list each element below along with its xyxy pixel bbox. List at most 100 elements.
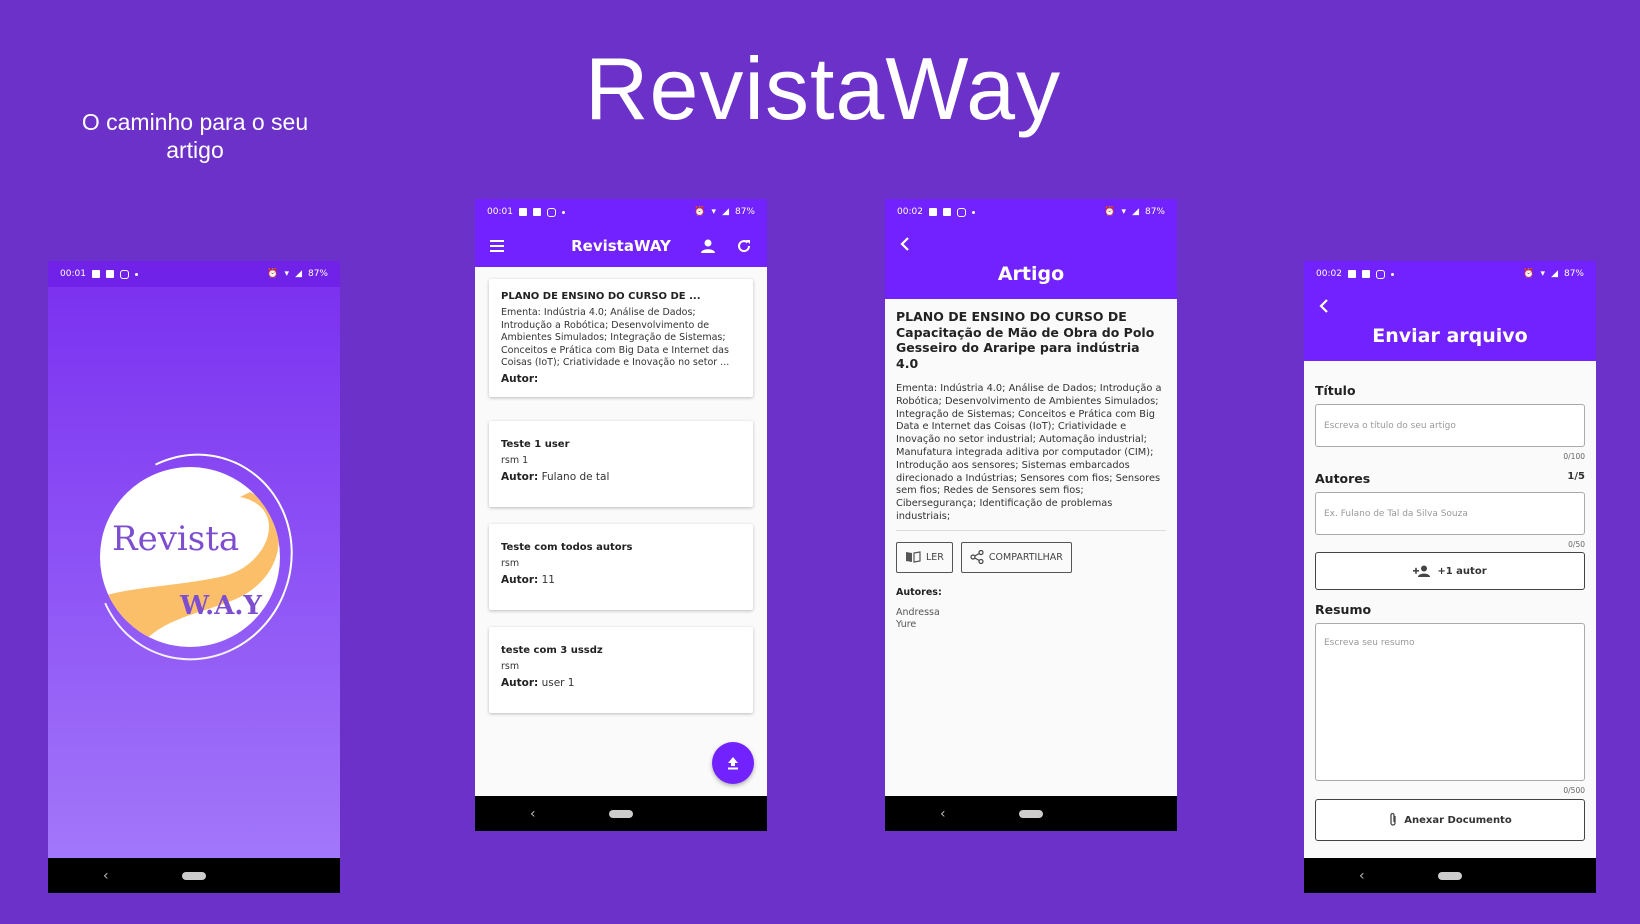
nav-home-pill[interactable] xyxy=(609,809,633,818)
article-card[interactable]: Teste 1 user rsm 1 Autor: Fulano de tal xyxy=(489,421,753,507)
wifi-icon: ▾ xyxy=(711,207,717,217)
card-author: 11 xyxy=(541,573,555,586)
card-title: Teste com todos autors xyxy=(501,542,633,553)
system-nav-bar: ‹ xyxy=(1304,858,1596,893)
nav-home-pill[interactable] xyxy=(1019,809,1043,818)
authors-field-label: Autores xyxy=(1315,471,1371,486)
card-author-label: Autor: xyxy=(501,372,539,385)
back-arrow-icon[interactable] xyxy=(1318,299,1330,313)
back-arrow-icon[interactable] xyxy=(899,237,911,251)
status-time: 00:01 xyxy=(60,269,86,279)
upload-fab-button[interactable] xyxy=(712,742,754,784)
authors-label: Autores: xyxy=(896,586,942,598)
card-description: rsm xyxy=(501,558,520,569)
hero-tagline: O caminho para o seu artigo xyxy=(81,109,309,163)
logo-arc xyxy=(66,425,322,689)
upload-screen: 00:02 ⏰ ▾ ◢ 87% Enviar arquivo Título Escre… xyxy=(1304,261,1596,893)
refresh-icon[interactable] xyxy=(733,235,755,257)
app-logo: Revista W.A.Y xyxy=(66,425,322,689)
author-input[interactable]: Ex. Fulano de Tal da Silva Souza xyxy=(1315,492,1585,535)
title-counter: 0/100 xyxy=(1563,452,1585,461)
dot-icon xyxy=(134,272,138,276)
app-bar: 00:01 ⏰ ▾ ◢ 87% RevistaWAY xyxy=(475,199,767,267)
card-author-label: Autor: xyxy=(501,676,539,689)
article-card[interactable]: PLANO DE ENSINO DO CURSO DE ... Ementa: … xyxy=(489,279,753,397)
article-card[interactable]: teste com 3 ussdz rsm Autor: user 1 xyxy=(489,627,753,713)
list-screen: 00:01 ⏰ ▾ ◢ 87% RevistaWAY PLANO DE ENSINO … xyxy=(475,199,767,831)
nav-home-pill[interactable] xyxy=(1438,871,1462,880)
card-author-label: Autor: xyxy=(501,470,539,483)
system-nav-bar: ‹ xyxy=(48,858,340,893)
title-input[interactable]: Escreva o título do seu artigo xyxy=(1315,404,1585,447)
app-bar: 00:02 ⏰ ▾ ◢ 87% Enviar arquivo xyxy=(1304,261,1596,361)
attach-document-label: Anexar Documento xyxy=(1404,814,1512,826)
wifi-icon: ▾ xyxy=(1540,269,1546,279)
nav-back-icon[interactable]: ‹ xyxy=(530,806,536,822)
facebook-icon xyxy=(532,208,541,216)
facebook-icon xyxy=(518,208,527,216)
card-author: Fulano de tal xyxy=(541,470,610,483)
author-counter: 0/50 xyxy=(1568,540,1585,549)
nav-back-icon[interactable]: ‹ xyxy=(1359,868,1365,884)
status-bar: 00:02 ⏰ ▾ ◢ 87% xyxy=(885,199,1177,225)
app-title: RevistaWAY xyxy=(571,237,671,255)
screen-title: Artigo xyxy=(997,263,1065,285)
read-button-label: LER xyxy=(926,551,944,563)
add-author-button[interactable]: +1 autor xyxy=(1315,552,1585,590)
summary-field-label: Resumo xyxy=(1315,602,1372,617)
article-screen: 00:02 ⏰ ▾ ◢ 87% Artigo PLANO DE ENSINO DO C… xyxy=(885,199,1177,831)
menu-icon[interactable] xyxy=(487,235,509,257)
add-author-label: +1 autor xyxy=(1437,565,1487,577)
splash-screen: 00:01 ⏰ ▾ ◢ 87% Revista W.A.Y ‹ xyxy=(48,261,340,893)
status-time: 00:02 xyxy=(897,207,923,217)
alarm-icon: ⏰ xyxy=(694,207,706,217)
card-title: Teste 1 user xyxy=(501,439,570,450)
share-button[interactable]: COMPARTILHAR xyxy=(960,541,1072,573)
alarm-icon: ⏰ xyxy=(1523,269,1535,279)
attach-document-button[interactable]: Anexar Documento xyxy=(1315,799,1585,841)
nav-back-icon[interactable]: ‹ xyxy=(940,806,946,822)
instagram-icon xyxy=(1375,269,1385,279)
facebook-icon xyxy=(1361,270,1370,278)
card-description: Ementa: Indústria 4.0; Análise de Dados;… xyxy=(501,307,730,369)
dot-icon xyxy=(561,210,565,214)
paperclip-icon xyxy=(1390,812,1396,826)
dot-icon xyxy=(1390,272,1394,276)
system-nav-bar: ‹ xyxy=(885,796,1177,831)
status-bar: 00:01 ⏰ ▾ ◢ 87% xyxy=(48,261,340,287)
title-field-label: Título xyxy=(1315,383,1356,398)
facebook-icon xyxy=(928,208,937,216)
status-bar: 00:02 ⏰ ▾ ◢ 87% xyxy=(1304,261,1596,287)
nav-back-icon[interactable]: ‹ xyxy=(103,868,109,884)
battery-level: 87% xyxy=(734,207,755,217)
facebook-icon xyxy=(91,270,100,278)
nav-home-pill[interactable] xyxy=(182,871,206,880)
article-card[interactable]: Teste com todos autors rsm Autor: 11 xyxy=(489,524,753,610)
card-author-label: Autor: xyxy=(501,573,539,586)
instagram-icon xyxy=(119,269,129,279)
book-icon xyxy=(906,551,921,563)
wifi-icon: ▾ xyxy=(1121,207,1127,217)
authors-count: 1/5 xyxy=(1567,471,1585,482)
card-description: rsm 1 xyxy=(501,455,529,466)
battery-level: 87% xyxy=(1144,207,1165,217)
author-name: Andressa xyxy=(896,606,940,618)
battery-level: 87% xyxy=(307,269,328,279)
summary-counter: 0/500 xyxy=(1563,786,1585,795)
summary-textarea[interactable]: Escreva seu resumo xyxy=(1315,623,1585,781)
dot-icon xyxy=(971,210,975,214)
app-bar: 00:02 ⏰ ▾ ◢ 87% Artigo xyxy=(885,199,1177,299)
read-button[interactable]: LER xyxy=(896,541,953,573)
article-description: Ementa: Indústria 4.0; Análise de Dados;… xyxy=(896,383,1166,531)
instagram-icon xyxy=(546,207,556,217)
instagram-icon xyxy=(956,207,966,217)
author-name: Yure xyxy=(896,618,917,630)
profile-icon[interactable] xyxy=(697,235,719,257)
upload-icon xyxy=(728,757,738,770)
share-button-label: COMPARTILHAR xyxy=(988,551,1063,563)
status-time: 00:02 xyxy=(1316,269,1342,279)
card-description: rsm xyxy=(501,661,520,672)
facebook-icon xyxy=(105,270,114,278)
card-title: PLANO DE ENSINO DO CURSO DE ... xyxy=(501,291,701,302)
status-time: 00:01 xyxy=(487,207,513,217)
